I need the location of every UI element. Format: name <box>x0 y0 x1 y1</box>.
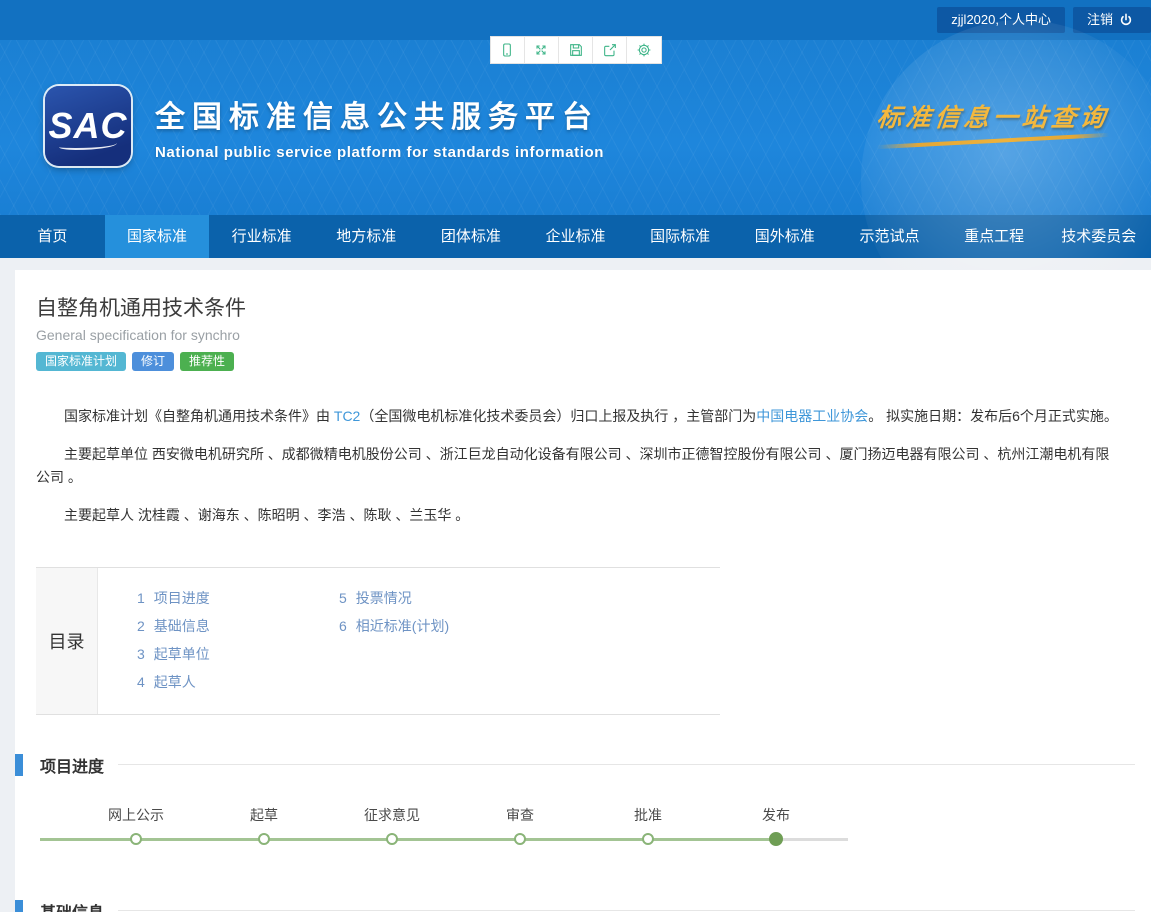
fullscreen-icon[interactable] <box>525 37 559 63</box>
section-title-basic-info: 基础信息 <box>40 899 104 912</box>
site-header: SAC 全国标准信息公共服务平台 National public service… <box>0 40 1151 215</box>
toc-link-progress[interactable]: 1项目进度 <box>137 584 339 612</box>
summary-text-1: 国家标准计划《自整角机通用技术条件》由 <box>64 408 334 424</box>
nav-item-group-standards[interactable]: 团体标准 <box>419 215 524 258</box>
page: zjjl2020,个人中心 注销 <box>0 0 1151 912</box>
summary-text-2: （全国微电机标准化技术委员会）归口上报及执行 ，主管部门为 <box>360 408 756 424</box>
nav-item-international-standards[interactable]: 国际标准 <box>628 215 733 258</box>
content-background: 自整角机通用技术条件 General specification for syn… <box>0 258 1151 912</box>
slogan-text: 标准信息一站查询 <box>875 98 1111 134</box>
section-divider <box>118 910 1135 911</box>
timeline-dot <box>642 833 654 845</box>
site-subtitle: National public service platform for sta… <box>155 144 604 161</box>
section-header-basic-info: 基础信息 <box>15 899 1151 912</box>
tag-revision: 修订 <box>132 352 174 371</box>
logo-swoosh <box>59 140 117 150</box>
timeline-dot <box>514 833 526 845</box>
authority-link[interactable]: 中国电器工业协会 <box>756 408 868 424</box>
timeline-dot <box>258 833 270 845</box>
drafters-paragraph: 主要起草人 沈桂霞 、谢海东 、陈昭明 、李浩 、陈耿 、兰玉华 。 <box>36 504 1123 526</box>
tag-recommended: 推荐性 <box>180 352 234 371</box>
toc-link-drafters[interactable]: 4起草人 <box>137 668 339 696</box>
timeline-dot <box>386 833 398 845</box>
section-accent-bar <box>15 754 23 776</box>
timeline-track <box>40 838 782 841</box>
section-accent-bar <box>15 900 23 912</box>
save-icon[interactable] <box>559 37 593 63</box>
summary-paragraph: 国家标准计划《自整角机通用技术条件》由 TC2（全国微电机标准化技术委员会）归口… <box>36 405 1123 427</box>
slogan: 标准信息一站查询 <box>877 98 1109 143</box>
summary-text-3: 。 拟实施日期：发布后6个月正式实施。 <box>868 408 1118 424</box>
nav-item-industry-standards[interactable]: 行业标准 <box>209 215 314 258</box>
brand: SAC 全国标准信息公共服务平台 National public service… <box>45 86 604 166</box>
toc-link-similar-standards[interactable]: 6相近标准(计划) <box>339 612 541 640</box>
tag-national-plan: 国家标准计划 <box>36 352 126 371</box>
tc2-link[interactable]: TC2 <box>334 408 360 424</box>
toc-link-drafting-units[interactable]: 3起草单位 <box>137 640 339 668</box>
timeline-dot-current <box>769 832 783 846</box>
nav-item-enterprise-standards[interactable]: 企业标准 <box>523 215 628 258</box>
accessibility-toolbar <box>490 36 662 64</box>
toc-link-voting[interactable]: 5投票情况 <box>339 584 541 612</box>
logout-button[interactable]: 注销 <box>1073 7 1151 33</box>
nav-item-foreign-standards[interactable]: 国外标准 <box>732 215 837 258</box>
toc-label: 目录 <box>36 568 98 714</box>
tag-row: 国家标准计划 修订 推荐性 <box>36 352 1151 371</box>
sac-logo: SAC <box>45 86 131 166</box>
timeline-dot <box>130 833 142 845</box>
nav-item-home[interactable]: 首页 <box>0 215 105 258</box>
nav-item-national-standards[interactable]: 国家标准 <box>105 215 210 258</box>
drafting-units-paragraph: 主要起草单位 西安微电机研究所 、成都微精电机股份公司 、浙江巨龙自动化设备有限… <box>36 443 1123 488</box>
nav-item-local-standards[interactable]: 地方标准 <box>314 215 419 258</box>
mobile-icon[interactable] <box>491 37 525 63</box>
section-title-progress: 项目进度 <box>40 753 104 777</box>
section-header-progress: 项目进度 <box>15 753 1151 777</box>
section-divider <box>118 764 1135 765</box>
share-icon[interactable] <box>593 37 627 63</box>
site-title: 全国标准信息公共服务平台 <box>155 92 604 136</box>
settings-icon[interactable] <box>627 37 660 63</box>
content-card: 自整角机通用技术条件 General specification for syn… <box>15 270 1151 912</box>
table-of-contents: 目录 1项目进度 2基础信息 3起草单位 4起草人 5投票情况 6相近标准(计划… <box>36 567 720 715</box>
progress-timeline: 网上公示 起草 征求意见 审查 批准 发布 <box>40 805 860 853</box>
timeline-track-end <box>782 838 848 841</box>
toc-link-basic-info[interactable]: 2基础信息 <box>137 612 339 640</box>
logout-label: 注销 <box>1087 7 1113 33</box>
power-icon <box>1119 13 1133 27</box>
